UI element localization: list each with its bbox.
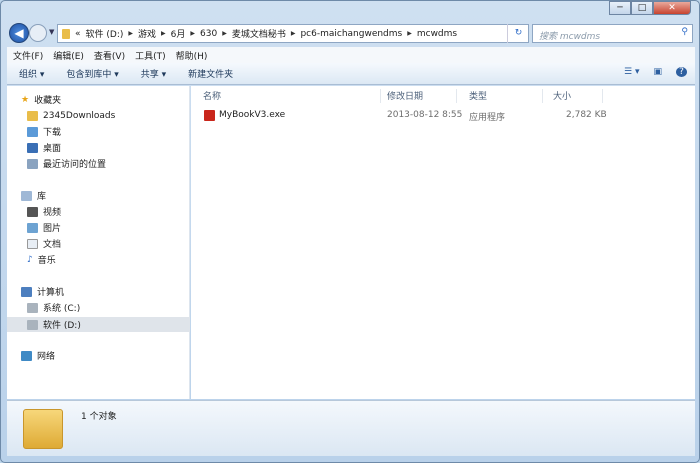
label: 最近访问的位置 [43, 160, 107, 170]
file-type: 应用程序 [469, 113, 506, 123]
label: 收藏夹 [34, 96, 62, 106]
sidebar-item-2345downloads[interactable]: 2345Downloads [27, 108, 115, 123]
search-icon[interactable]: ⚲ [681, 27, 688, 37]
downloads-icon [27, 126, 38, 137]
label: 软件 (D:) [43, 321, 81, 331]
details-pane: 1 个对象 [7, 400, 695, 456]
breadcrumb-item[interactable]: 软件 (D:) [86, 27, 124, 40]
library-icon [21, 190, 32, 201]
sidebar-item-drive-d[interactable]: 软件 (D:) [7, 317, 190, 332]
documents-icon [27, 238, 38, 249]
search-placeholder: 搜索 mcwdms [539, 32, 601, 42]
close-button[interactable]: ✕ [653, 1, 691, 15]
sidebar-computer[interactable]: 计算机 [21, 284, 64, 299]
sidebar-item-pictures[interactable]: 图片 [27, 220, 61, 235]
sidebar-item-downloads[interactable]: 下载 [27, 124, 61, 139]
include-in-library-button[interactable]: 包含到库中 ▾ [66, 67, 118, 80]
menu-view[interactable]: 查看(V) [94, 49, 125, 62]
video-icon [27, 206, 38, 217]
explorer-window: ─ □ ✕ ◀ ▼ « 软件 (D:) ▶ 游戏 ▶ 6月 ▶ 630 ▶ 麦城文档秘书… [0, 0, 700, 463]
column-header-size[interactable]: 大小 [543, 89, 603, 103]
computer-icon [21, 286, 32, 297]
address-bar[interactable]: « 软件 (D:) ▶ 游戏 ▶ 6月 ▶ 630 ▶ 麦城文档秘书 ▶ pc6-maic… [57, 24, 529, 43]
label: 网络 [37, 352, 56, 362]
folder-icon [27, 110, 38, 121]
forward-button[interactable] [29, 24, 47, 42]
navigation-pane: ★ 收藏夹 2345Downloads 下载 桌面 最近访问的位置 库 视频 图片… [7, 86, 190, 399]
exe-icon [204, 110, 215, 121]
sidebar-libraries[interactable]: 库 [21, 188, 46, 203]
menu-tools[interactable]: 工具(T) [135, 49, 166, 62]
label: 计算机 [37, 288, 65, 298]
column-header-type[interactable]: 类型 [457, 89, 543, 103]
music-icon: ♪ [27, 254, 33, 265]
network-icon [21, 350, 32, 361]
sidebar-item-videos[interactable]: 视频 [27, 204, 61, 219]
label: 文档 [43, 240, 62, 250]
label: 图片 [43, 224, 62, 234]
breadcrumb-item[interactable]: pc6-maichangwendms [300, 29, 402, 39]
menu-help[interactable]: 帮助(H) [176, 49, 208, 62]
item-count: 1 个对象 [81, 412, 117, 422]
folder-large-icon [23, 409, 63, 449]
folder-icon [62, 28, 70, 39]
breadcrumb-overflow[interactable]: « [75, 29, 81, 39]
breadcrumb-item[interactable]: mcwdms [417, 29, 457, 39]
refresh-button[interactable]: ↻ [507, 24, 529, 43]
search-input[interactable]: 搜索 mcwdms ⚲ [532, 24, 693, 43]
view-options-icon[interactable]: ☰ ▾ [624, 67, 639, 77]
sidebar-item-documents[interactable]: 文档 [27, 236, 61, 251]
minimize-button[interactable]: ─ [609, 1, 631, 15]
breadcrumb-item[interactable]: 游戏 [138, 27, 156, 40]
column-header-name[interactable]: 名称 [191, 89, 381, 103]
command-bar: 组织 ▾ 包含到库中 ▾ 共享 ▾ 新建文件夹 ☰ ▾ ▣ ? [7, 63, 695, 85]
breadcrumb-item[interactable]: 630 [200, 29, 217, 39]
file-list: 名称 修改日期 类型 大小 MyBookV3.exe 2013-08-12 8:… [191, 86, 695, 399]
recent-places-icon [27, 158, 38, 169]
label: 下载 [43, 128, 62, 138]
preview-pane-icon[interactable]: ▣ [653, 67, 662, 77]
file-row[interactable]: MyBookV3.exe 2013-08-12 8:55 应用程序 2,782 … [191, 108, 695, 124]
sidebar-item-recent[interactable]: 最近访问的位置 [27, 156, 106, 171]
column-header-date[interactable]: 修改日期 [375, 89, 457, 103]
star-icon: ★ [21, 94, 30, 105]
label: 库 [37, 192, 47, 202]
sidebar-network[interactable]: 网络 [21, 348, 55, 363]
sidebar-favorites[interactable]: ★ 收藏夹 [21, 92, 61, 107]
file-size: 2,782 KB [566, 110, 607, 120]
menu-edit[interactable]: 编辑(E) [53, 49, 84, 62]
maximize-button[interactable]: □ [631, 1, 653, 15]
sidebar-item-drive-c[interactable]: 系统 (C:) [27, 300, 80, 315]
organize-button[interactable]: 组织 ▾ [19, 67, 44, 80]
label: 视频 [43, 208, 62, 218]
share-button[interactable]: 共享 ▾ [141, 67, 166, 80]
label: 系统 (C:) [43, 304, 81, 314]
back-button[interactable]: ◀ [9, 23, 29, 43]
menu-bar: 文件(F) 编辑(E) 查看(V) 工具(T) 帮助(H) [7, 47, 695, 63]
sidebar-item-music[interactable]: ♪ 音乐 [27, 252, 56, 267]
file-date: 2013-08-12 8:55 [387, 110, 463, 120]
breadcrumb-item[interactable]: 麦城文档秘书 [232, 27, 286, 40]
drive-icon [27, 319, 38, 330]
recent-pages-dropdown[interactable]: ▼ [49, 28, 54, 36]
breadcrumb-item[interactable]: 6月 [171, 27, 186, 40]
desktop-icon [27, 142, 38, 153]
label: 音乐 [37, 256, 56, 266]
new-folder-button[interactable]: 新建文件夹 [188, 67, 233, 80]
label: 桌面 [43, 144, 62, 154]
menu-file[interactable]: 文件(F) [13, 49, 43, 62]
label: 2345Downloads [43, 110, 116, 121]
drive-icon [27, 302, 38, 313]
sidebar-item-desktop[interactable]: 桌面 [27, 140, 61, 155]
pictures-icon [27, 222, 38, 233]
help-icon[interactable]: ? [676, 67, 687, 77]
file-name: MyBookV3.exe [219, 110, 286, 120]
